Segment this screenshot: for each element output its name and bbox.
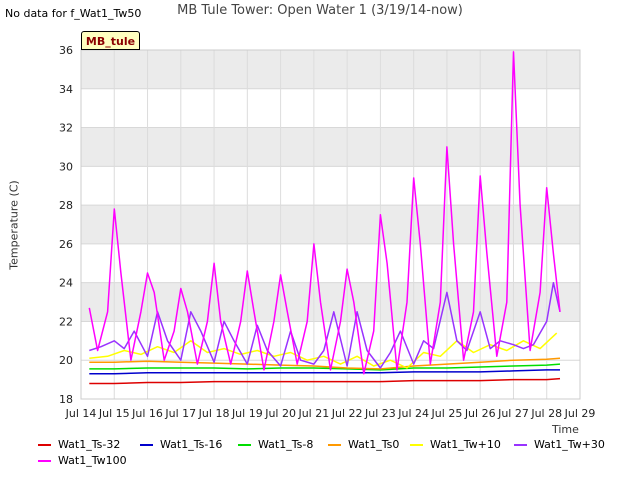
- y-tick-labels: 18 20 22 24 26 28 30 32 34 36: [59, 44, 73, 406]
- legend-swatch: [238, 444, 251, 446]
- legend-item-wat1-ts-16[interactable]: Wat1_Ts-16: [140, 437, 222, 453]
- legend-label: Wat1_Ts-32: [58, 438, 121, 451]
- legend-swatch: [328, 444, 341, 446]
- background-band: [81, 50, 580, 89]
- x-tick-label: Jul 14: [65, 407, 97, 420]
- y-axis-label: Temperature (C): [7, 180, 21, 270]
- background-band: [81, 127, 580, 167]
- x-axis-label: Time: [552, 423, 579, 436]
- legend-item-wat1-tw-plus-30[interactable]: Wat1_Tw+30: [514, 437, 605, 453]
- legend-swatch: [38, 460, 51, 462]
- y-tick-label: 36: [59, 44, 73, 57]
- legend-swatch: [410, 444, 423, 446]
- x-tick-label: Jul 19: [231, 407, 263, 420]
- y-tick-label: 18: [59, 393, 73, 406]
- x-tick-label: Jul 21: [297, 407, 329, 420]
- x-tick-label: Jul 28: [530, 407, 562, 420]
- background-band: [81, 205, 580, 244]
- chart: 18202224262830323436 Jul 14 Jul 15 Jul 16 J…: [59, 44, 596, 420]
- legend-swatch: [140, 444, 153, 446]
- legend-item-wat1-tw100[interactable]: Wat1_Tw100: [38, 453, 127, 469]
- x-tick-label: Jul 23: [364, 407, 396, 420]
- legend-label: Wat1_Ts0: [348, 438, 400, 451]
- y-tick-label: 34: [59, 83, 73, 96]
- y-tick-label: 26: [59, 238, 73, 251]
- y-tick-label: 28: [59, 199, 73, 212]
- y-tick-label: 30: [59, 160, 73, 173]
- legend-label: Wat1_Tw+30: [534, 438, 605, 451]
- x-tick-label: Jul 15: [98, 407, 130, 420]
- x-tick-label: Jul 29: [564, 407, 596, 420]
- legend-label: Wat1_Ts-16: [160, 438, 223, 451]
- x-tick-labels: Jul 14 Jul 15 Jul 16 Jul 17 Jul 18 Jul 19 Jul …: [65, 407, 596, 420]
- y-tick-label: 20: [59, 354, 73, 367]
- x-tick-label: Jul 20: [264, 407, 296, 420]
- y-tick-label: 22: [59, 315, 73, 328]
- legend-item-wat1-ts-32[interactable]: Wat1_Ts-32: [38, 437, 120, 453]
- legend-label: Wat1_Tw+10: [430, 438, 501, 451]
- x-tick-label: Jul 26: [464, 407, 496, 420]
- x-tick-label: Jul 18: [198, 407, 230, 420]
- legend-label: Wat1_Tw100: [58, 454, 127, 467]
- x-tick-label: Jul 22: [331, 407, 363, 420]
- legend-item-wat1-ts0[interactable]: Wat1_Ts0: [328, 437, 399, 453]
- x-tick-label: Jul 16: [131, 407, 163, 420]
- legend-item-wat1-tw-plus-10[interactable]: Wat1_Tw+10: [410, 437, 501, 453]
- y-tick-label: 32: [59, 122, 73, 135]
- legend-swatch: [38, 444, 51, 446]
- legend-label: Wat1_Ts-8: [258, 438, 314, 451]
- x-tick-label: Jul 17: [164, 407, 196, 420]
- legend-swatch: [514, 444, 527, 446]
- y-tick-label: 24: [59, 277, 73, 290]
- x-tick-label: Jul 25: [431, 407, 463, 420]
- site-badge: MB_tule: [81, 31, 140, 50]
- chart-title: MB Tule Tower: Open Water 1 (3/19/14-now…: [177, 3, 463, 18]
- legend-item-wat1-ts-8[interactable]: Wat1_Ts-8: [238, 437, 313, 453]
- x-tick-label: Jul 24: [397, 407, 429, 420]
- x-tick-label: Jul 27: [497, 407, 529, 420]
